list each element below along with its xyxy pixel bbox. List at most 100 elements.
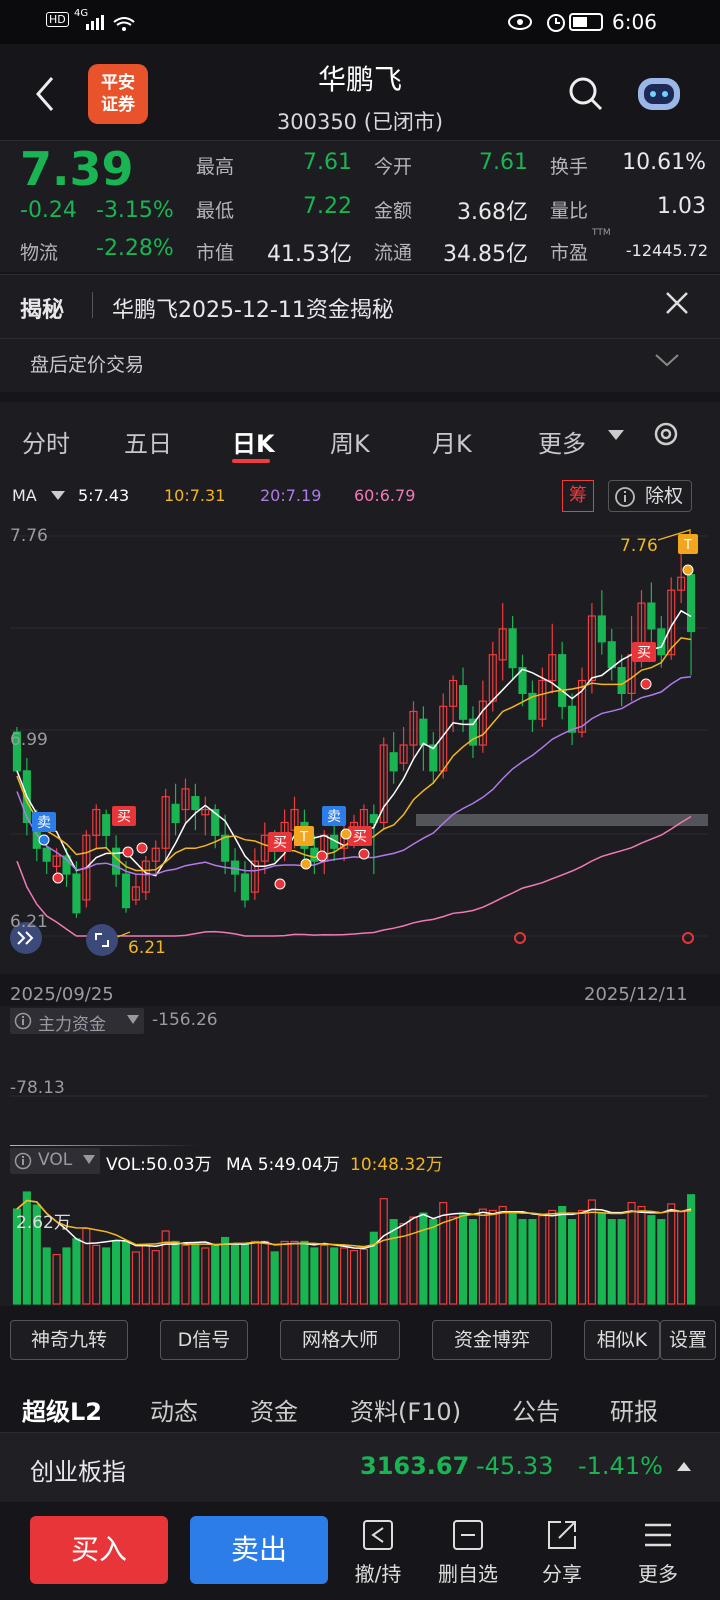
mktcap-label: 市值 — [196, 242, 235, 264]
tab-five-day[interactable]: 五日 — [124, 424, 172, 459]
volume-bar — [310, 1247, 319, 1305]
ma60-value: 60:6.79 — [354, 486, 416, 505]
open-label: 今开 — [374, 156, 413, 178]
turnover-value: 10.61% — [622, 150, 706, 175]
volume-bar — [300, 1240, 309, 1305]
volume-bar — [250, 1240, 259, 1305]
tab-news[interactable]: 动态 — [150, 1392, 198, 1427]
volume-bar — [260, 1240, 269, 1305]
event-marker-icon — [682, 932, 694, 944]
volume-bar — [112, 1240, 121, 1305]
volume-bar — [92, 1244, 101, 1305]
y-axis-mid: 6.99 — [10, 730, 48, 750]
tab-research[interactable]: 研报 — [610, 1392, 658, 1427]
divider — [92, 292, 93, 318]
caret-down-icon[interactable] — [50, 490, 66, 502]
sell-button[interactable]: 卖出 — [190, 1516, 328, 1584]
candle-body — [72, 873, 81, 914]
chevron-down-icon[interactable] — [654, 352, 680, 368]
caret-up-icon[interactable] — [676, 1460, 692, 1472]
tab-f10[interactable]: 资料(F10) — [350, 1392, 461, 1427]
ma5-value: 5:7.43 — [78, 486, 130, 505]
vol-ma5-line — [16, 1199, 692, 1250]
after-hours-trading[interactable]: 盘后定价交易 — [30, 350, 144, 377]
settings-button[interactable]: 设置 — [660, 1320, 716, 1360]
nine-turn-button[interactable]: 神奇九转 — [10, 1320, 128, 1360]
remove-watchlist-label: 删自选 — [438, 1562, 498, 1586]
price-change-pct: -3.15% — [96, 198, 174, 223]
vol-label[interactable]: VOL — [38, 1150, 72, 1170]
volume-bar — [637, 1205, 646, 1305]
vol-ma5: MA 5:49.04万 — [226, 1155, 340, 1175]
tab-announcements[interactable]: 公告 — [512, 1392, 560, 1427]
volume-bar — [221, 1236, 230, 1305]
gear-icon[interactable] — [650, 418, 682, 450]
support-band — [416, 814, 708, 826]
share-label: 分享 — [542, 1562, 582, 1586]
grid-master-button[interactable]: 网格大师 — [280, 1320, 400, 1360]
close-icon[interactable] — [664, 290, 690, 316]
buy-button[interactable]: 买入 — [30, 1516, 168, 1584]
volratio-label: 量比 — [550, 200, 589, 222]
signal-dot — [136, 842, 148, 854]
volume-bar — [587, 1199, 596, 1305]
caret-down-icon[interactable] — [606, 428, 626, 442]
sector-label[interactable]: 物流 — [20, 238, 58, 265]
similar-k-button[interactable]: 相似K — [584, 1320, 660, 1360]
volume-bar — [52, 1253, 61, 1305]
vol-value: VOL:50.03万 — [106, 1155, 212, 1175]
float-value: 34.85亿 — [443, 242, 528, 267]
volume-bar — [548, 1209, 557, 1305]
tab-daily-k[interactable]: 日K — [232, 424, 275, 459]
high-label: 最高 — [196, 156, 235, 178]
event-marker-icon — [514, 932, 526, 944]
fund-game-button[interactable]: 资金博弈 — [432, 1320, 552, 1360]
candle-body — [240, 873, 250, 901]
caret-down-icon[interactable] — [82, 1154, 96, 1166]
search-icon[interactable] — [566, 74, 606, 114]
chip-distribution-button[interactable]: 筹 — [562, 480, 594, 512]
kline-chart[interactable]: 卖买买卖买买TT — [0, 474, 720, 974]
signal-dot — [122, 846, 134, 858]
sector-change: -2.28% — [96, 236, 174, 261]
signal-dot — [316, 850, 328, 862]
reveal-text[interactable]: 华鹏飞2025-12-11资金揭秘 — [112, 292, 394, 324]
tab-funds[interactable]: 资金 — [250, 1392, 298, 1427]
volume-bar — [488, 1209, 497, 1305]
remove-watchlist-button[interactable]: 删自选 — [428, 1518, 508, 1587]
volume-bar — [429, 1219, 438, 1305]
candle-body — [607, 641, 616, 669]
signal-tag-label: 卖 — [37, 815, 51, 831]
more-button[interactable]: 更多 — [618, 1518, 698, 1587]
tab-intraday[interactable]: 分时 — [22, 424, 70, 459]
volume-bar — [627, 1202, 636, 1305]
volume-bar — [558, 1205, 567, 1305]
volume-bar — [607, 1219, 616, 1305]
ma-label[interactable]: MA — [12, 486, 37, 505]
volume-bar — [577, 1209, 587, 1305]
signal-dot — [38, 834, 50, 846]
candle-body — [42, 847, 51, 862]
volume-bar — [141, 1244, 150, 1305]
d-signal-button[interactable]: D信号 — [160, 1320, 248, 1360]
signal-wifi-icon — [86, 15, 135, 31]
kline-chart-area[interactable]: 卖买买卖买买TT — [0, 474, 720, 974]
tab-super-l2[interactable]: 超级L2 — [22, 1392, 102, 1427]
share-button[interactable]: 分享 — [522, 1518, 602, 1587]
signal-dot — [640, 678, 652, 690]
robot-assistant-icon[interactable] — [634, 70, 684, 116]
signal-dot — [340, 828, 352, 840]
candle-body — [597, 615, 606, 643]
volume-bar — [280, 1240, 289, 1305]
candle-body — [171, 803, 180, 824]
volume-bar — [121, 1240, 131, 1305]
volume-bar — [131, 1251, 140, 1305]
cancel-hold-button[interactable]: 撤/持 — [338, 1518, 418, 1587]
volume-bar — [478, 1208, 487, 1305]
tab-monthly-k[interactable]: 月K — [432, 424, 472, 459]
signal-dot — [274, 878, 286, 890]
volume-bar — [597, 1212, 606, 1305]
high-value: 7.61 — [303, 150, 352, 175]
tab-more[interactable]: 更多 — [538, 424, 586, 459]
tab-weekly-k[interactable]: 周K — [330, 424, 370, 459]
